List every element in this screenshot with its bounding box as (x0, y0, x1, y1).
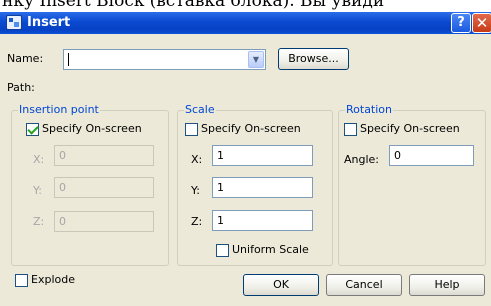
insert-block-icon (6, 15, 22, 30)
titlebar: Insert ? ✕ (0, 12, 491, 34)
insertion-z-label: Z: (33, 215, 45, 228)
insert-dialog: Insert ? ✕ Name: ▼ Browse... Path: Inser… (0, 12, 491, 306)
insertion-z-field[interactable]: 0 (54, 211, 154, 232)
insertion-x-label: X: (33, 153, 45, 166)
uniform-scale-label: Uniform Scale (232, 243, 309, 256)
dialog-title: Insert (27, 15, 71, 30)
scale-y-label: Y: (191, 184, 200, 197)
scale-legend: Scale (184, 103, 216, 116)
scale-x-label: X: (191, 153, 203, 166)
explode-label: Explode (31, 273, 75, 286)
scale-specify-label: Specify On-screen (201, 122, 301, 135)
text-caret (68, 53, 69, 66)
insertion-y-field[interactable]: 0 (54, 177, 154, 198)
rotation-specify-checkbox[interactable] (344, 123, 357, 136)
scale-z-label: Z: (191, 215, 203, 228)
chevron-down-icon[interactable]: ▼ (248, 51, 264, 68)
angle-field[interactable]: 0 (389, 145, 474, 166)
insertion-y-label: Y: (33, 184, 42, 197)
ok-button[interactable]: OK (243, 274, 319, 296)
insertion-specify-checkbox[interactable] (26, 123, 39, 136)
angle-label: Angle: (344, 153, 380, 166)
explode-checkbox[interactable] (15, 274, 28, 287)
insertion-x-field[interactable]: 0 (54, 145, 154, 166)
scale-z-field[interactable]: 1 (212, 210, 313, 231)
title-help-button[interactable]: ? (451, 13, 471, 33)
scale-x-field[interactable]: 1 (212, 145, 313, 166)
scale-y-field[interactable]: 1 (212, 177, 313, 198)
browse-button[interactable]: Browse... (278, 48, 349, 70)
uniform-scale-checkbox[interactable] (216, 244, 229, 257)
close-button[interactable]: ✕ (472, 13, 491, 33)
name-label: Name: (7, 52, 44, 65)
path-label: Path: (7, 81, 35, 94)
insertion-point-legend: Insertion point (18, 103, 100, 116)
insertion-specify-label: Specify On-screen (42, 122, 142, 135)
rotation-legend: Rotation (345, 103, 394, 116)
cancel-button[interactable]: Cancel (326, 274, 402, 296)
help-button[interactable]: Help (409, 274, 485, 296)
rotation-specify-label: Specify On-screen (360, 122, 460, 135)
name-combobox[interactable]: ▼ (63, 49, 266, 70)
scale-specify-checkbox[interactable] (185, 123, 198, 136)
